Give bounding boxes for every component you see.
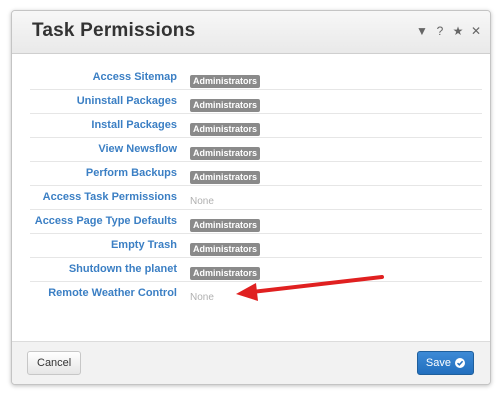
permission-row: Access Sitemap Administrators	[30, 66, 482, 90]
collapse-icon[interactable]: ▼	[416, 24, 428, 38]
access-badge: Administrators	[190, 123, 261, 136]
header-icons: ▼ ? ★ ✕	[416, 24, 482, 38]
permission-row: Remote Weather Control None	[30, 282, 482, 305]
save-button-label: Save	[425, 357, 451, 369]
permission-row: View Newsflow Administrators	[30, 138, 482, 162]
permission-row: Perform Backups Administrators	[30, 162, 482, 186]
access-badge: Administrators	[190, 75, 261, 88]
permission-label[interactable]: View Newsflow	[98, 143, 177, 155]
check-circle-icon	[455, 358, 465, 368]
permission-row: Uninstall Packages Administrators	[30, 90, 482, 114]
access-badge: Administrators	[190, 219, 261, 232]
permission-row: Access Page Type Defaults Administrators	[30, 210, 482, 234]
permission-label[interactable]: Uninstall Packages	[77, 95, 177, 107]
access-badge: Administrators	[190, 99, 261, 112]
permission-row: Install Packages Administrators	[30, 114, 482, 138]
dialog-title: Task Permissions	[32, 20, 196, 41]
task-permissions-dialog: Task Permissions ▼ ? ★ ✕ Access Sitemap …	[11, 10, 491, 385]
favorite-star-icon[interactable]: ★	[452, 24, 464, 38]
permission-label[interactable]: Install Packages	[91, 119, 177, 131]
dialog-footer: Cancel Save	[12, 341, 490, 384]
access-badge: Administrators	[190, 171, 261, 184]
permission-row: Access Task Permissions None	[30, 186, 482, 210]
close-icon[interactable]: ✕	[470, 24, 482, 38]
permission-row: Empty Trash Administrators	[30, 234, 482, 258]
dialog-header: Task Permissions ▼ ? ★ ✕	[12, 11, 490, 54]
permission-row: Shutdown the planet Administrators	[30, 258, 482, 282]
access-badge: Administrators	[190, 243, 261, 256]
permission-label[interactable]: Shutdown the planet	[69, 263, 177, 275]
permission-label[interactable]: Empty Trash	[111, 239, 177, 251]
permission-label[interactable]: Perform Backups	[86, 167, 177, 179]
help-icon[interactable]: ?	[434, 24, 446, 38]
cancel-button[interactable]: Cancel	[27, 351, 82, 375]
none-value: None	[190, 196, 214, 207]
permission-label[interactable]: Access Page Type Defaults	[35, 215, 177, 227]
permission-label[interactable]: Access Task Permissions	[43, 191, 177, 203]
permission-label[interactable]: Remote Weather Control	[48, 287, 177, 299]
permission-label[interactable]: Access Sitemap	[93, 71, 177, 83]
none-value: None	[190, 292, 214, 303]
access-badge: Administrators	[190, 267, 261, 280]
access-badge: Administrators	[190, 147, 261, 160]
permissions-list: Access Sitemap Administrators Uninstall …	[30, 66, 482, 305]
save-button[interactable]: Save	[416, 351, 474, 375]
